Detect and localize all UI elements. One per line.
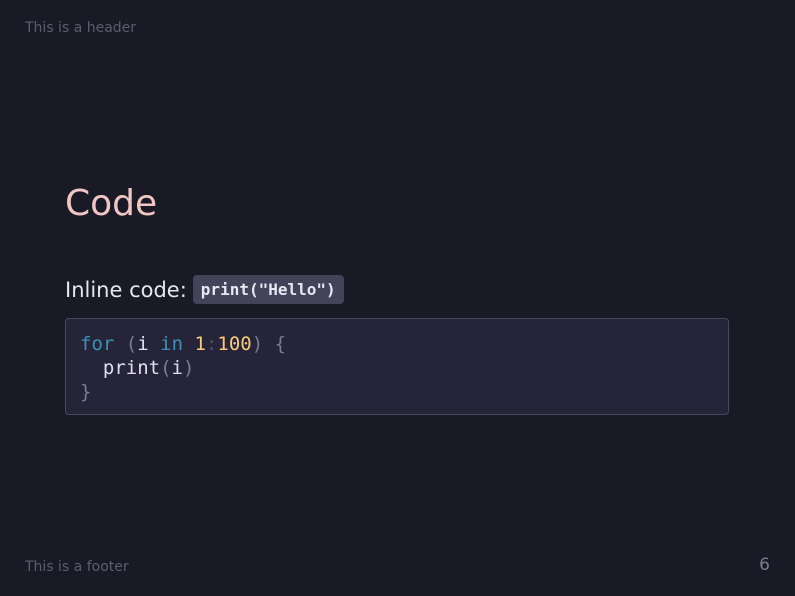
number-end: 100 [217, 333, 252, 355]
slide: This is a header Code Inline code: print… [0, 0, 795, 596]
code-line-3: } [80, 380, 714, 404]
open-brace: { [274, 333, 287, 355]
open-paren: ( [125, 333, 138, 355]
call-open-paren: ( [160, 357, 172, 379]
slide-footer: This is a footer [25, 559, 129, 575]
range-colon: : [205, 333, 218, 355]
keyword-for: for [80, 333, 115, 355]
call-close-paren: ) [183, 357, 195, 379]
inline-code-label: Inline code: [65, 277, 187, 302]
keyword-in: in [160, 333, 184, 355]
slide-title: Code [65, 183, 158, 224]
close-paren: ) [251, 333, 264, 355]
inline-code-snippet: print("Hello") [192, 275, 344, 304]
page-number: 6 [759, 555, 770, 575]
code-block: for (i in 1:100) { print(i)} [65, 318, 729, 415]
code-line-2: print(i) [80, 356, 714, 380]
identifier-i: i [137, 333, 149, 355]
function-print: print [102, 357, 161, 379]
argument-i: i [171, 357, 183, 379]
code-line-1: for (i in 1:100) { [80, 332, 714, 356]
close-brace: } [80, 381, 92, 403]
slide-header: This is a header [25, 20, 137, 36]
inline-code-row: Inline code: print("Hello") [65, 275, 344, 304]
number-start: 1 [194, 333, 206, 355]
